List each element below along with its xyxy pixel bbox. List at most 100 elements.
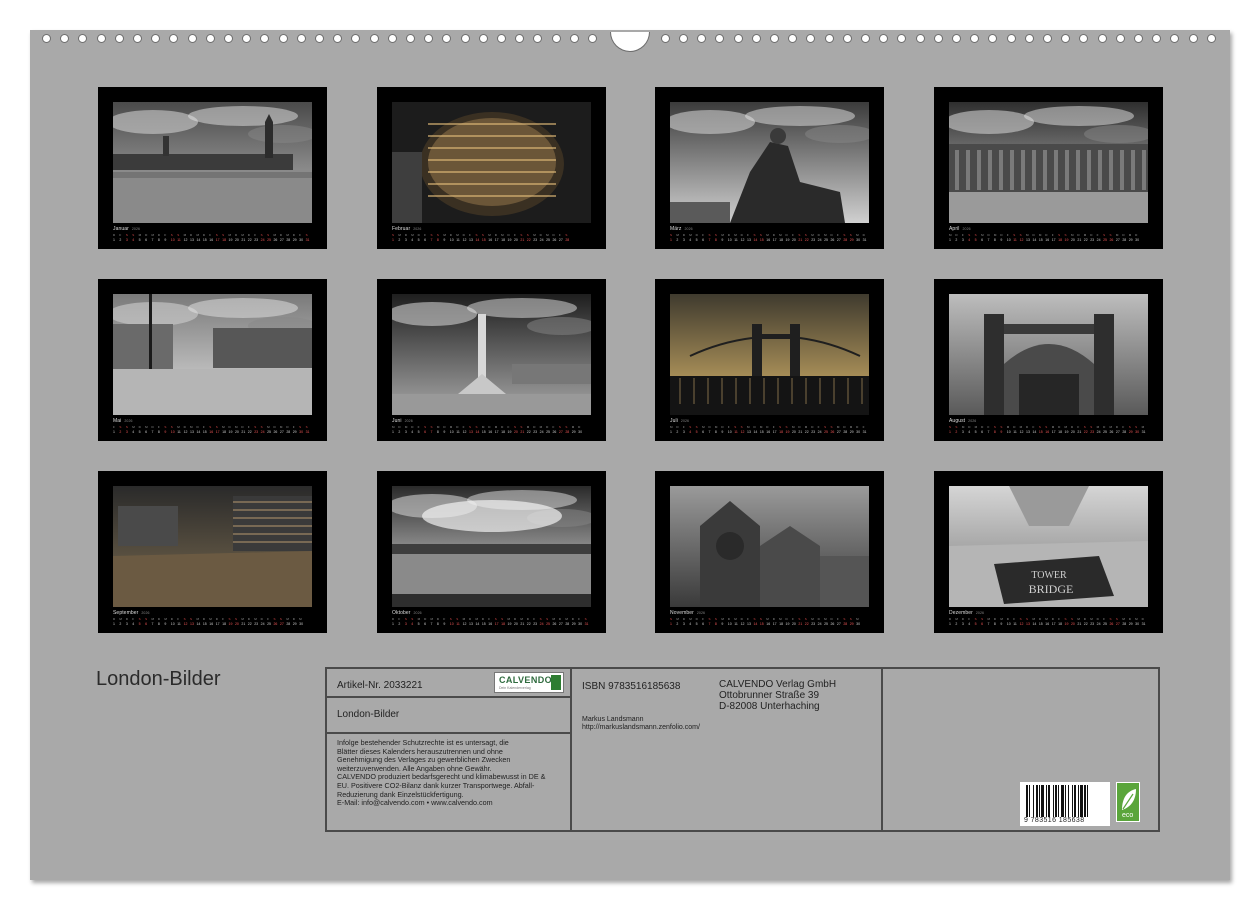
day-number: 29 bbox=[292, 430, 297, 434]
day-number: 28 bbox=[565, 430, 570, 434]
article-number: Artikel-Nr. 2033221 bbox=[337, 680, 423, 691]
binding-ring bbox=[1134, 34, 1143, 43]
month-name: September bbox=[113, 610, 139, 616]
weekday-letter: M bbox=[981, 233, 984, 237]
weekday-letter: S bbox=[305, 233, 308, 237]
weekday-letter: M bbox=[1109, 425, 1112, 429]
weekday-letter: D bbox=[949, 617, 952, 621]
weekday-letter: S bbox=[1070, 617, 1073, 621]
day-number: 25 bbox=[546, 622, 550, 626]
day-number: 29 bbox=[849, 238, 854, 242]
day-number: 15 bbox=[1038, 238, 1043, 242]
weekday-letter: M bbox=[1115, 233, 1119, 237]
month-photo bbox=[670, 486, 869, 607]
day-number: 27 bbox=[279, 622, 284, 626]
day-number: 22 bbox=[1083, 430, 1088, 434]
weekday-letter: D bbox=[190, 233, 193, 237]
weekday-letter: D bbox=[202, 617, 206, 621]
day-number: 30 bbox=[578, 430, 583, 434]
legal-cell: Infolge bestehender Schutzrechte ist es … bbox=[327, 734, 572, 830]
day-number: 13 bbox=[747, 238, 751, 242]
weekday-letter: S bbox=[513, 425, 516, 429]
day-number: 17 bbox=[1051, 238, 1056, 242]
month-photo bbox=[670, 294, 869, 415]
day-number: 5 bbox=[974, 430, 977, 434]
weekday-letter: S bbox=[475, 233, 478, 237]
weekday-letter: M bbox=[1051, 425, 1055, 429]
day-number: 20 bbox=[791, 622, 796, 626]
day-number: 3 bbox=[125, 430, 128, 434]
day-number: 3 bbox=[125, 622, 128, 626]
day-number: 31 bbox=[1141, 622, 1146, 626]
weekday-letter: M bbox=[791, 425, 795, 429]
binding-ring bbox=[115, 34, 124, 43]
weekday-letter: S bbox=[494, 617, 497, 621]
binding-ring bbox=[151, 34, 160, 43]
weekday-letter: M bbox=[286, 233, 289, 237]
month-year: 2026 bbox=[680, 419, 690, 423]
month-year: 2026 bbox=[413, 611, 422, 615]
day-number: 17 bbox=[494, 238, 499, 242]
weekday-letter: M bbox=[565, 617, 568, 621]
barcode-bars bbox=[1026, 785, 1088, 817]
weekday-letter: S bbox=[1135, 425, 1138, 429]
weekday-letter: F bbox=[836, 617, 839, 621]
binding-ring bbox=[315, 34, 324, 43]
weekday-letter: D bbox=[708, 425, 711, 429]
binding-ring bbox=[661, 34, 670, 43]
weekday-letter: D bbox=[228, 425, 231, 429]
month-year: 2026 bbox=[968, 419, 977, 423]
weekday-letter: M bbox=[132, 425, 135, 429]
weekday-letter: F bbox=[202, 425, 205, 429]
binding-ring bbox=[825, 34, 834, 43]
weekday-letter: F bbox=[702, 233, 704, 237]
day-number: 20 bbox=[1070, 430, 1075, 434]
day-number: 9 bbox=[721, 622, 724, 626]
day-number: 16 bbox=[1045, 238, 1050, 242]
weekday-letter: D bbox=[170, 617, 173, 621]
day-number: 25 bbox=[267, 430, 271, 434]
isbn: ISBN 9783516185638 bbox=[582, 681, 681, 692]
day-number: 13 bbox=[469, 238, 473, 242]
day-number: 9 bbox=[164, 238, 167, 242]
day-number: 22 bbox=[526, 238, 531, 242]
day-number: 22 bbox=[804, 430, 809, 434]
day-number: 9 bbox=[721, 430, 724, 434]
weekday-letter: S bbox=[1064, 617, 1067, 621]
day-number: 11 bbox=[1013, 622, 1017, 626]
day-number: 16 bbox=[209, 238, 214, 242]
day-number: 21 bbox=[1077, 622, 1082, 626]
weekday-letter: D bbox=[1045, 233, 1048, 237]
binding-ring bbox=[60, 34, 69, 43]
day-number: 25 bbox=[1103, 622, 1107, 626]
weekday-letter: S bbox=[190, 617, 193, 621]
binding-ring bbox=[260, 34, 269, 43]
weekday-letter: D bbox=[196, 425, 199, 429]
month-name: November bbox=[670, 610, 694, 616]
day-number: 7 bbox=[430, 238, 433, 242]
day-strip: D 1 M 2 D 3 F 4 S 5 S 6 M 7 D 8 M 9 D 10 F 11 S 12 S 13 M 14 D 15 M 16 D… bbox=[113, 617, 312, 627]
day-number: 4 bbox=[132, 238, 135, 242]
day-number: 17 bbox=[494, 430, 499, 434]
binding-ring bbox=[279, 34, 288, 43]
day-number: 29 bbox=[1128, 430, 1133, 434]
day-number: 14 bbox=[196, 238, 201, 242]
weekday-letter: D bbox=[798, 425, 801, 429]
day-number: 12 bbox=[740, 622, 745, 626]
day-number: 12 bbox=[1019, 238, 1024, 242]
month-year: 2026 bbox=[124, 419, 133, 423]
weekday-letter: F bbox=[1058, 617, 1060, 621]
weekday-letter: D bbox=[279, 233, 283, 237]
weekday-letter: M bbox=[1019, 425, 1023, 429]
day-number: 23 bbox=[533, 430, 538, 434]
weekday-letter: M bbox=[759, 425, 763, 429]
weekday-letter: M bbox=[779, 233, 782, 237]
weekday-letter: D bbox=[138, 425, 141, 429]
day-number: 2 bbox=[119, 622, 122, 626]
day-number: 18 bbox=[501, 238, 506, 242]
author-url[interactable]: http://markuslandsmann.zenfolio.com/ bbox=[582, 724, 700, 731]
day-number: 20 bbox=[234, 238, 239, 242]
day-number: 21 bbox=[798, 430, 803, 434]
day-number: 3 bbox=[961, 622, 964, 626]
day-number: 17 bbox=[1051, 430, 1056, 434]
